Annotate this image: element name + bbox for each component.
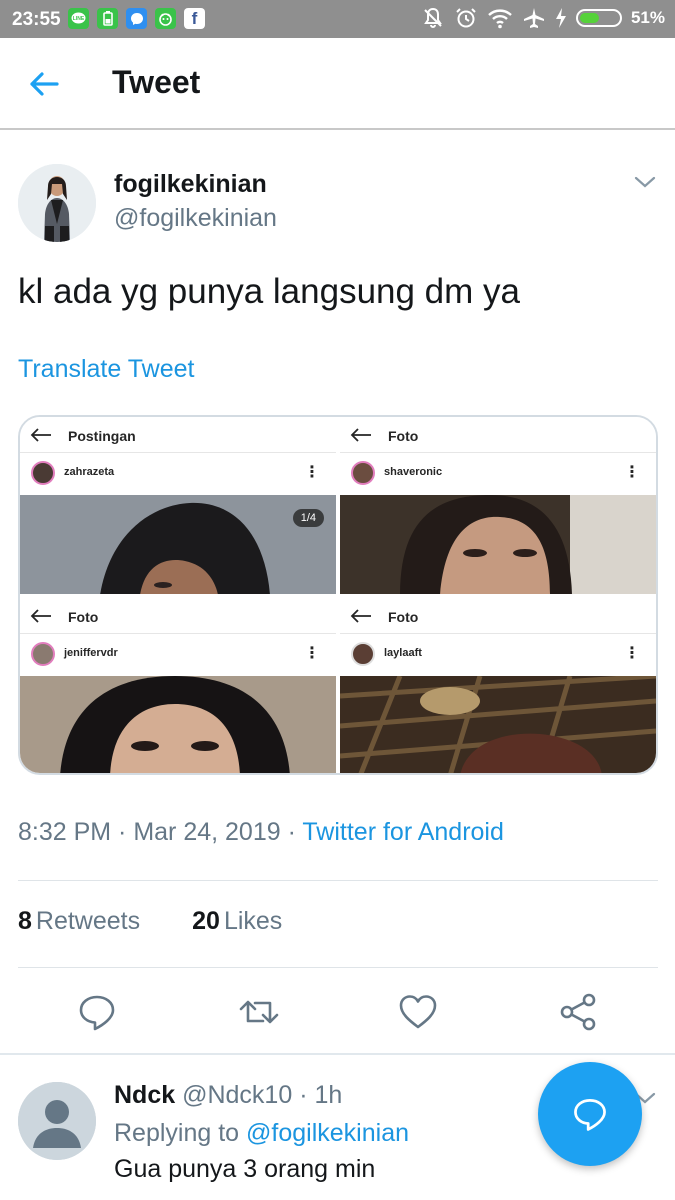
compose-reply-button[interactable] [538, 1062, 642, 1166]
media-title: Foto [388, 609, 419, 625]
battery-app-icon [97, 8, 118, 29]
system-icons: 51% [421, 6, 665, 30]
divider [18, 967, 658, 968]
media-user-row: shaveronic ⋮ [340, 454, 656, 494]
media-user-row: zahrazeta ⋮ [20, 454, 336, 494]
reply-time: 1h [314, 1081, 343, 1109]
avatar [351, 461, 375, 485]
airplane-mode-icon [523, 8, 544, 28]
tweet-stats: 8 Retweets 20 Likes [18, 907, 282, 936]
notification-icons: LINE f [68, 8, 205, 29]
back-arrow-icon [30, 72, 59, 96]
media-username: shaveronic [384, 466, 443, 478]
svg-text:LINE: LINE [73, 16, 85, 22]
media-counter-badge: 1/4 [292, 509, 324, 527]
media-title: Foto [388, 428, 419, 444]
tweet-actions [0, 990, 675, 1036]
media-user-row: jeniffervdr ⋮ [20, 635, 336, 675]
photo [340, 495, 656, 594]
separator-dot: · [299, 1081, 308, 1109]
back-arrow-icon [30, 609, 51, 623]
like-button[interactable] [396, 990, 440, 1034]
chevron-down-icon[interactable] [634, 174, 656, 190]
media-user-row: laylaaft ⋮ [340, 635, 656, 675]
media-topbar: Foto [20, 598, 336, 634]
share-icon [560, 993, 596, 1031]
reply-header: Ndck @Ndck10 · 1h [114, 1081, 342, 1110]
share-button[interactable] [557, 990, 601, 1034]
back-arrow-icon [350, 428, 371, 442]
notifications-off-icon [424, 7, 442, 28]
media-username: zahrazeta [64, 466, 115, 478]
tweet-text: kl ada yg punya langsung dm ya [18, 272, 520, 311]
tweet-source-link[interactable]: Twitter for Android [302, 818, 503, 846]
alarm-icon [456, 8, 476, 28]
retweet-icon [239, 1000, 279, 1024]
line-icon: LINE [68, 8, 89, 29]
bbm-icon [155, 8, 176, 29]
media-item[interactable]: Foto laylaaft ⋮ [340, 598, 656, 773]
media-username: jeniffervdr [64, 647, 118, 659]
back-arrow-icon [350, 609, 371, 623]
tweet-timestamp: 8:32 PM · Mar 24, 2019 · Twitter for And… [18, 818, 504, 846]
author-name[interactable]: fogilkekinian [114, 170, 267, 199]
media-title: Foto [68, 609, 99, 625]
media-username: laylaaft [384, 647, 422, 659]
avatar [351, 642, 375, 666]
more-options-icon: ⋮ [624, 645, 640, 662]
retweet-button[interactable] [237, 990, 281, 1034]
replying-to-link[interactable]: @fogilkekinian [246, 1119, 409, 1147]
author-avatar[interactable] [18, 164, 96, 242]
more-options-icon: ⋮ [624, 464, 640, 481]
media-topbar: Foto [340, 417, 656, 453]
status-bar: 23:55 LINE f 51% [0, 0, 675, 38]
battery-percent: 51% [630, 8, 665, 27]
likes-stat[interactable]: 20 Likes [192, 907, 282, 936]
heart-icon [399, 995, 437, 1029]
reply-icon [79, 995, 115, 1031]
reply-button[interactable] [75, 990, 119, 1034]
wifi-icon [488, 9, 512, 29]
messenger-icon [126, 8, 147, 29]
media-item[interactable]: Foto shaveronic ⋮ [340, 417, 656, 594]
tweet-media-grid[interactable]: Postingan zahrazeta ⋮ 1/4 Foto shaveroni… [18, 415, 658, 775]
reply-author-handle[interactable]: @Ndck10 [182, 1081, 292, 1109]
avatar [31, 642, 55, 666]
reply-icon [574, 1099, 606, 1131]
divider [18, 880, 658, 881]
author-handle[interactable]: @fogilkekinian [114, 204, 277, 233]
more-options-icon: ⋮ [304, 464, 320, 481]
media-topbar: Postingan [20, 417, 336, 453]
divider [0, 1053, 675, 1055]
reply-text: Gua punya 3 orang min [114, 1155, 376, 1183]
photo [340, 673, 656, 773]
avatar [31, 461, 55, 485]
media-topbar: Foto [340, 598, 656, 634]
photo: 1/4 [20, 495, 336, 594]
back-arrow-icon [30, 428, 51, 442]
replying-to: Replying to @fogilkekinian [114, 1119, 409, 1147]
charging-icon [555, 8, 566, 28]
reply-author-name[interactable]: Ndck [114, 1081, 175, 1109]
retweets-stat[interactable]: 8 Retweets [18, 907, 140, 936]
media-item[interactable]: Postingan zahrazeta ⋮ 1/4 [20, 417, 336, 594]
media-title: Postingan [68, 428, 136, 444]
reply-avatar[interactable] [18, 1082, 96, 1160]
back-button[interactable] [26, 66, 62, 102]
more-options-icon: ⋮ [304, 645, 320, 662]
top-app-bar: Tweet [0, 38, 675, 130]
status-time: 23:55 [12, 9, 61, 30]
media-item[interactable]: Foto jeniffervdr ⋮ [20, 598, 336, 773]
page-title: Tweet [112, 64, 201, 100]
battery-icon [575, 9, 622, 27]
translate-tweet-link[interactable]: Translate Tweet [18, 355, 194, 384]
facebook-icon: f [184, 8, 205, 29]
photo [20, 676, 336, 773]
